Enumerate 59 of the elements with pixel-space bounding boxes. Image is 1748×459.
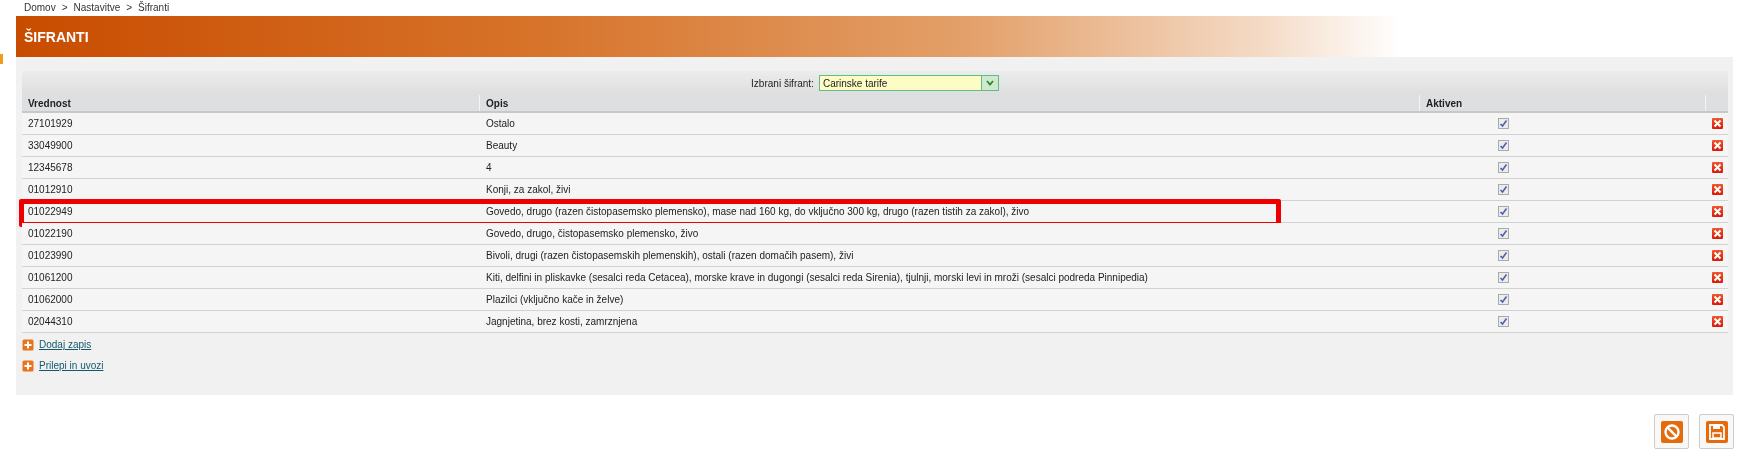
- active-checkbox[interactable]: [1498, 228, 1509, 239]
- table-cell-text: Govedo, drugo (razen čistopasemsko plemensko), mase nad 160 kg, do vključno 300 kg, drugo (razen tistih za zakol), živo: [485, 205, 1031, 219]
- breadcrumb-separator: >: [61, 2, 68, 13]
- action-link[interactable]: Dodaj zapis: [39, 339, 92, 350]
- table-cell-text: Jagnjetina, brez kosti, zamrznjena: [485, 315, 639, 329]
- breadcrumb-link[interactable]: Nastavitve: [73, 2, 121, 13]
- active-checkbox[interactable]: [1498, 184, 1509, 195]
- table-cell-text: Govedo, drugo, čistopasemsko plemensko, živo: [485, 227, 700, 241]
- codebook-dropdown[interactable]: Carinske tarife: [818, 75, 999, 91]
- table-cell-text: 4: [485, 161, 493, 175]
- table-cell-text: 01012910: [27, 183, 74, 197]
- table-cell-text: 01062000: [27, 293, 74, 307]
- delete-icon[interactable]: [1711, 206, 1723, 217]
- delete-icon[interactable]: [1711, 294, 1723, 305]
- active-checkbox[interactable]: [1498, 206, 1509, 217]
- table-cell-text: Bivoli, drugi (razen čistopasemskih plemenskih), ostali (razen domačih pasem), živi: [485, 249, 855, 263]
- delete-icon[interactable]: [1711, 140, 1723, 151]
- add-icon[interactable]: [22, 338, 34, 351]
- table-cell-text: 33049900: [27, 139, 74, 153]
- column-header: Opis: [480, 95, 1420, 111]
- delete-icon[interactable]: [1711, 272, 1723, 283]
- active-checkbox[interactable]: [1498, 118, 1509, 129]
- active-checkbox[interactable]: [1498, 316, 1509, 327]
- side-tab-icon: [0, 54, 3, 64]
- breadcrumb-link[interactable]: Domov: [24, 2, 56, 13]
- cancel-button[interactable]: [1654, 414, 1689, 449]
- active-checkbox[interactable]: [1498, 294, 1509, 305]
- table-cell-text: 12345678: [27, 161, 74, 175]
- table-cell-text: Ostalo: [485, 117, 516, 131]
- table-cell-text: Kiti, delfini in pliskavke (sesalci reda Cetacea), morske krave in dugongi (sesalci reda Sirenia), tjulnji, morski levi in mroži (sesalci podreda Pinnipedia): [485, 271, 1149, 285]
- delete-icon[interactable]: [1711, 228, 1723, 239]
- delete-icon[interactable]: [1711, 184, 1723, 195]
- column-header: Vrednost: [22, 95, 480, 111]
- breadcrumb-separator: >: [126, 2, 133, 13]
- selector-label: Izbrani šifrant:: [751, 77, 814, 89]
- active-checkbox[interactable]: [1498, 162, 1509, 173]
- table-cell-text: 02044310: [27, 315, 74, 329]
- column-header: Aktiven: [1420, 95, 1706, 111]
- table-cell-text: Plazilci (vključno kače in želve): [485, 293, 625, 307]
- add-icon[interactable]: [22, 359, 34, 372]
- chevron-down-icon: [985, 80, 994, 86]
- action-link[interactable]: Prilepi in uvozi: [39, 360, 104, 371]
- table-cell-text: 27101929: [27, 117, 74, 131]
- active-checkbox[interactable]: [1498, 272, 1509, 283]
- page-title: ŠIFRANTI: [23, 28, 89, 45]
- table-cell-text: Konji, za zakol, živi: [485, 183, 572, 197]
- table-cell-text: Beauty: [485, 139, 519, 153]
- table-cell-text: 01022190: [27, 227, 74, 241]
- delete-icon[interactable]: [1711, 250, 1723, 261]
- breadcrumb-link[interactable]: Šifranti: [138, 2, 170, 13]
- delete-icon[interactable]: [1711, 118, 1723, 129]
- active-checkbox[interactable]: [1498, 250, 1509, 261]
- table-cell-text: 01061200: [27, 271, 74, 285]
- table-cell-text: 01023990: [27, 249, 74, 263]
- delete-icon[interactable]: [1711, 316, 1723, 327]
- save-button[interactable]: [1699, 414, 1734, 449]
- active-checkbox[interactable]: [1498, 140, 1509, 151]
- delete-icon[interactable]: [1711, 162, 1723, 173]
- table-cell-text: 01022949: [27, 205, 74, 219]
